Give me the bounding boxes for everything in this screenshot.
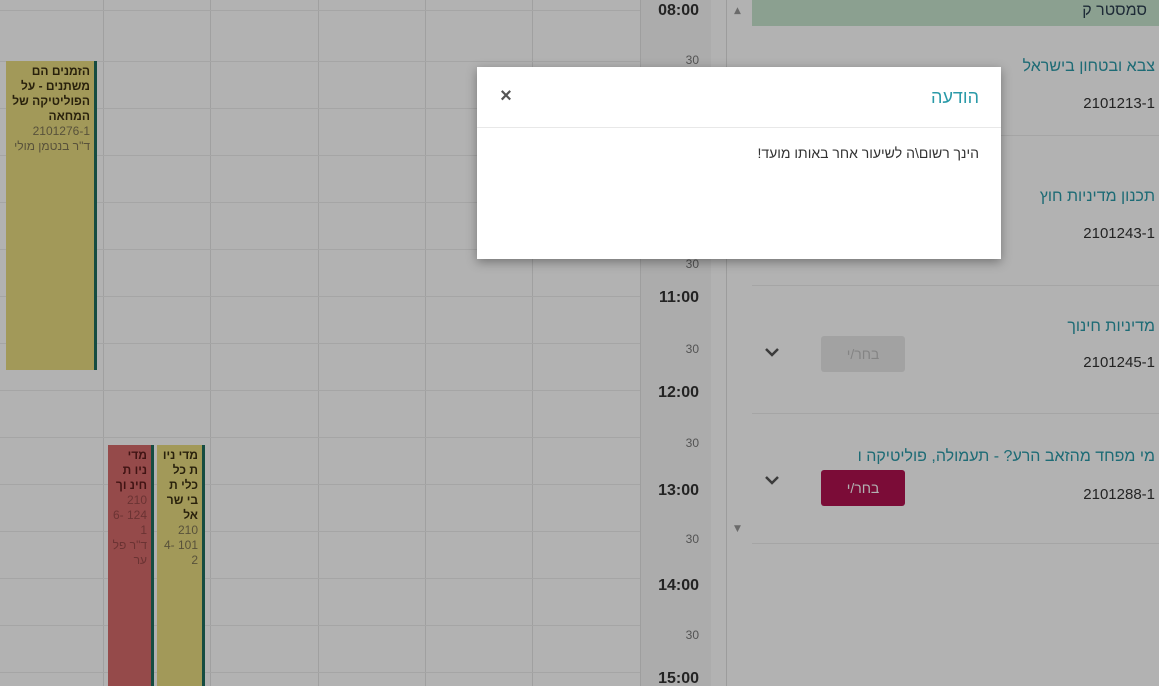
modal-message: הינך רשום\ה לשיעור אחר באותו מועד! — [757, 145, 979, 161]
page: הזמנים הם משתנים - על הפוליטיקה של המחאה… — [0, 0, 1159, 687]
modal-title: הודעה — [931, 87, 979, 107]
close-icon[interactable]: × — [495, 85, 517, 107]
modal-header: הודעה × — [477, 67, 1001, 128]
notification-modal: הודעה × הינך רשום\ה לשיעור אחר באותו מוע… — [477, 67, 1001, 259]
